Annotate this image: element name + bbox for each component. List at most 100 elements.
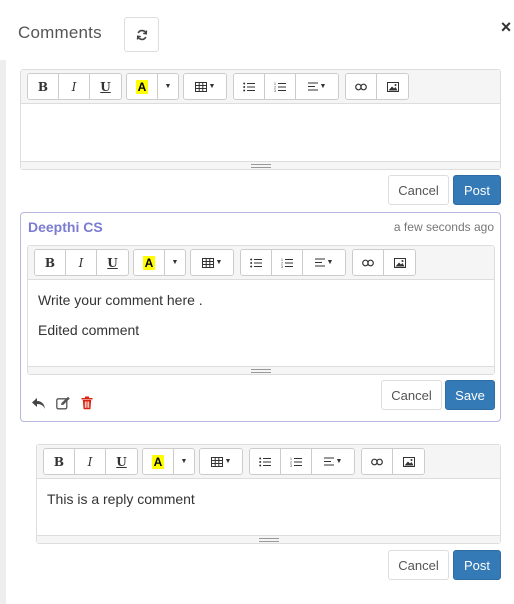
reply-icon: [31, 397, 45, 409]
highlight-dropdown[interactable]: ▼: [158, 74, 178, 99]
caret-down-icon: ▼: [180, 458, 188, 465]
highlight-dropdown[interactable]: ▼: [174, 449, 194, 474]
table-group: ▼: [183, 73, 227, 100]
ordered-list-icon: 123: [274, 82, 286, 92]
image-button[interactable]: [384, 250, 415, 275]
table-button[interactable]: ▼: [184, 74, 226, 99]
new-comment-input[interactable]: [21, 104, 500, 162]
image-icon: [386, 81, 399, 92]
cancel-button[interactable]: Cancel: [388, 175, 449, 205]
edit-button[interactable]: [55, 395, 71, 411]
link-button[interactable]: [353, 250, 384, 275]
highlight-button[interactable]: A: [143, 449, 174, 474]
caret-down-icon: ▼: [224, 458, 232, 465]
image-button[interactable]: [377, 74, 408, 99]
underline-button[interactable]: U: [90, 74, 121, 99]
svg-text:3: 3: [290, 464, 292, 467]
unordered-list-icon: [259, 457, 271, 466]
underline-button[interactable]: U: [97, 250, 128, 275]
comment-author[interactable]: Deepthi CS: [28, 219, 103, 235]
resize-handle[interactable]: [28, 366, 494, 374]
text-style-group: B I U: [34, 249, 129, 276]
table-icon: [201, 257, 214, 268]
caret-down-icon: ▼: [335, 458, 343, 465]
table-button[interactable]: ▼: [200, 449, 242, 474]
reply-button[interactable]: [30, 395, 46, 411]
highlight-button[interactable]: A: [134, 250, 165, 275]
grip-icon: [250, 163, 271, 168]
align-icon: [314, 258, 325, 267]
reply-editor[interactable]: B I U A ▼ ▼ 123 ▼ This is a reply commen…: [36, 444, 501, 544]
save-button[interactable]: Save: [445, 380, 495, 410]
ordered-list-button[interactable]: 123: [272, 250, 303, 275]
unordered-list-button[interactable]: [241, 250, 272, 275]
caret-down-icon: ▼: [164, 83, 172, 90]
text-style-group: B I U: [27, 73, 122, 100]
link-icon: [371, 458, 383, 465]
ordered-list-icon: 123: [290, 457, 302, 467]
table-button[interactable]: ▼: [191, 250, 233, 275]
highlight-label: A: [135, 79, 149, 94]
highlight-button[interactable]: A: [127, 74, 158, 99]
bold-button[interactable]: B: [35, 250, 66, 275]
table-group: ▼: [199, 448, 243, 475]
unordered-list-button[interactable]: [250, 449, 281, 474]
italic-button[interactable]: I: [75, 449, 106, 474]
caret-down-icon: ▼: [208, 83, 216, 90]
underline-button[interactable]: U: [106, 449, 137, 474]
color-group: A ▼: [126, 73, 179, 100]
link-icon: [355, 83, 367, 90]
delete-button[interactable]: [79, 395, 95, 411]
refresh-icon: [136, 29, 147, 40]
link-button[interactable]: [362, 449, 393, 474]
edit-icon: [55, 396, 70, 410]
align-button[interactable]: ▼: [296, 74, 338, 99]
align-button[interactable]: ▼: [303, 250, 345, 275]
resize-handle[interactable]: [37, 535, 500, 543]
post-button[interactable]: Post: [453, 550, 501, 580]
close-button[interactable]: ×: [499, 17, 513, 37]
comment-line: Edited comment: [38, 322, 140, 338]
ordered-list-icon: 123: [281, 258, 293, 268]
unordered-list-button[interactable]: [234, 74, 265, 99]
editor-toolbar: B I U A ▼ ▼ 123 ▼: [28, 246, 494, 280]
paragraph-group: 123 ▼: [233, 73, 339, 100]
bold-button[interactable]: B: [44, 449, 75, 474]
post-button[interactable]: Post: [453, 175, 501, 205]
refresh-button[interactable]: [124, 17, 159, 52]
reply-input[interactable]: This is a reply comment: [37, 479, 500, 535]
highlight-label: A: [151, 454, 165, 469]
ordered-list-button[interactable]: 123: [265, 74, 296, 99]
insert-group: [352, 249, 416, 276]
new-comment-editor[interactable]: B I U A ▼ ▼ 123 ▼: [20, 69, 501, 170]
color-group: A ▼: [142, 448, 195, 475]
comments-header: Comments ×: [0, 0, 514, 64]
unordered-list-icon: [250, 258, 262, 267]
caret-down-icon: ▼: [326, 259, 334, 266]
edit-comment-editor[interactable]: B I U A ▼ ▼ 123 ▼ Write your comment her…: [27, 245, 495, 375]
image-button[interactable]: [393, 449, 424, 474]
italic-button[interactable]: I: [66, 250, 97, 275]
link-icon: [362, 259, 374, 266]
cancel-button[interactable]: Cancel: [388, 550, 449, 580]
align-button[interactable]: ▼: [312, 449, 354, 474]
paragraph-group: 123 ▼: [240, 249, 346, 276]
editor-toolbar: B I U A ▼ ▼ 123 ▼: [21, 70, 500, 104]
table-icon: [194, 81, 207, 92]
edit-comment-input[interactable]: Write your comment here . Edited comment: [28, 280, 494, 366]
italic-button[interactable]: I: [59, 74, 90, 99]
comment-timestamp: a few seconds ago: [393, 220, 494, 234]
caret-down-icon: ▼: [171, 259, 179, 266]
grip-icon: [251, 368, 271, 373]
caret-down-icon: ▼: [215, 259, 223, 266]
highlight-dropdown[interactable]: ▼: [165, 250, 185, 275]
image-icon: [402, 456, 415, 467]
resize-handle[interactable]: [21, 161, 500, 169]
cancel-button[interactable]: Cancel: [381, 380, 442, 410]
bold-button[interactable]: B: [28, 74, 59, 99]
ordered-list-button[interactable]: 123: [281, 449, 312, 474]
image-icon: [393, 257, 406, 268]
delete-icon: [81, 396, 93, 410]
link-button[interactable]: [346, 74, 377, 99]
grip-icon: [258, 537, 279, 542]
